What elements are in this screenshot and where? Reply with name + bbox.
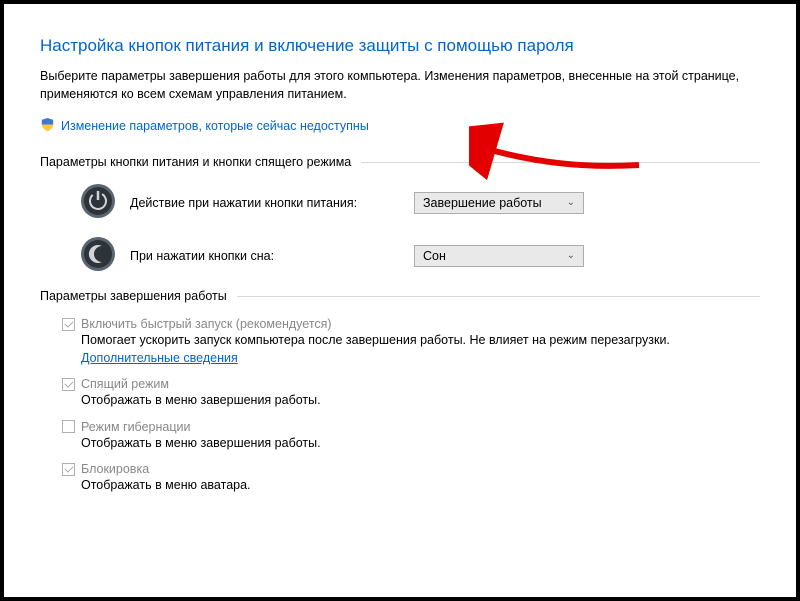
- hibernate-option: Режим гибернации Отображать в меню завер…: [62, 420, 760, 453]
- moon-icon: [80, 236, 116, 275]
- change-unavailable-link[interactable]: Изменение параметров, которые сейчас нед…: [40, 117, 760, 135]
- shield-icon: [40, 117, 55, 135]
- chevron-down-icon: ⌄: [567, 250, 575, 261]
- power-button-option: Действие при нажатии кнопки питания: Зав…: [80, 183, 760, 222]
- power-button-label: Действие при нажатии кнопки питания:: [130, 196, 400, 210]
- buttons-section-header: Параметры кнопки питания и кнопки спящег…: [40, 155, 760, 169]
- lock-checkbox[interactable]: [62, 463, 75, 476]
- lock-option: Блокировка Отображать в меню аватара.: [62, 462, 760, 495]
- hibernate-desc: Отображать в меню завершения работы.: [81, 435, 760, 453]
- fast-startup-checkbox[interactable]: [62, 318, 75, 331]
- sleep-button-label: При нажатии кнопки сна:: [130, 249, 400, 263]
- fast-startup-desc: Помогает ускорить запуск компьютера посл…: [81, 332, 760, 367]
- power-settings-panel: Настройка кнопок питания и включение защ…: [4, 4, 796, 597]
- shutdown-section-header: Параметры завершения работы: [40, 289, 760, 303]
- sleep-button-option: При нажатии кнопки сна: Сон ⌄: [80, 236, 760, 275]
- sleep-mode-checkbox[interactable]: [62, 378, 75, 391]
- lock-desc: Отображать в меню аватара.: [81, 477, 760, 495]
- page-description: Выберите параметры завершения работы для…: [40, 68, 760, 103]
- fast-startup-option: Включить быстрый запуск (рекомендуется) …: [62, 317, 760, 367]
- sleep-mode-option: Спящий режим Отображать в меню завершени…: [62, 377, 760, 410]
- hibernate-checkbox[interactable]: [62, 420, 75, 433]
- fast-startup-label: Включить быстрый запуск (рекомендуется): [81, 317, 332, 331]
- lock-label: Блокировка: [81, 462, 149, 476]
- power-button-select[interactable]: Завершение работы ⌄: [414, 192, 584, 214]
- sleep-mode-desc: Отображать в меню завершения работы.: [81, 392, 760, 410]
- change-unavailable-link-text: Изменение параметров, которые сейчас нед…: [61, 119, 369, 133]
- sleep-mode-label: Спящий режим: [81, 377, 169, 391]
- sleep-button-select[interactable]: Сон ⌄: [414, 245, 584, 267]
- power-icon: [80, 183, 116, 222]
- chevron-down-icon: ⌄: [567, 197, 575, 208]
- page-title: Настройка кнопок питания и включение защ…: [40, 36, 760, 56]
- hibernate-label: Режим гибернации: [81, 420, 190, 434]
- more-info-link[interactable]: Дополнительные сведения: [81, 351, 238, 365]
